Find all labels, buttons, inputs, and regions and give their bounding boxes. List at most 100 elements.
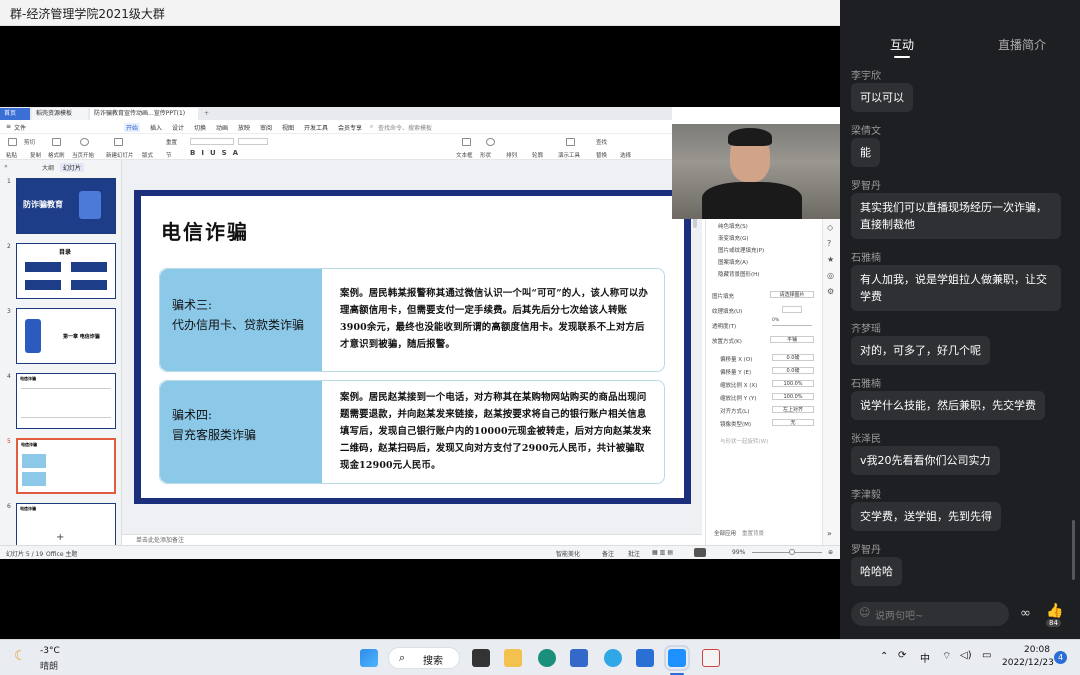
slide-thumbnail-5-selected[interactable]: 电信诈骗 — [16, 438, 116, 494]
weather-desc[interactable]: 晴朗 — [40, 659, 58, 672]
chat-scrollbar[interactable] — [1072, 520, 1075, 580]
menu-devtools[interactable]: 开发工具 — [304, 123, 328, 132]
comments-toggle[interactable]: 批注 — [628, 549, 640, 558]
clock-time[interactable]: 20:08 — [1024, 645, 1050, 655]
tab-interaction[interactable]: 互动 — [890, 36, 914, 53]
smart-beautify-button[interactable]: 智能美化 — [556, 549, 580, 558]
expand-icon[interactable]: » — [827, 529, 832, 538]
view-mode-icons[interactable]: ▦▥▤ — [652, 549, 675, 556]
slide-thumbnail-3[interactable]: 第一章 电信诈骗 — [16, 308, 116, 364]
offset-y-input[interactable]: 0.0磅 — [772, 367, 814, 374]
menu-member[interactable]: 会员专享 — [338, 123, 362, 132]
tray-expand-icon[interactable]: ⌃ — [880, 651, 888, 662]
tab-home[interactable]: 首页 — [0, 108, 30, 120]
start-icon[interactable] — [360, 649, 378, 667]
ribbon-paste[interactable]: 粘贴 — [6, 151, 17, 159]
slide-thumbnail-1[interactable]: 防诈骗教育 — [16, 178, 116, 234]
transparency-slider[interactable] — [772, 325, 812, 326]
notes-area[interactable]: 单击此处添加备注 — [122, 534, 702, 545]
mirror-select[interactable]: 无 — [772, 419, 814, 426]
new-slide-icon[interactable] — [114, 138, 123, 146]
tab-slides[interactable]: 幻灯片 — [60, 163, 85, 172]
animation-icon[interactable]: ★ — [827, 255, 834, 264]
ribbon-layout[interactable]: 版式 — [142, 151, 153, 159]
presenter-tools-icon[interactable] — [566, 138, 575, 146]
placement-select[interactable]: 平铺 — [770, 336, 814, 343]
scale-y-input[interactable]: 100.0% — [772, 393, 814, 400]
zoom-slider[interactable] — [752, 552, 822, 553]
ribbon-textbox[interactable]: 文本框 — [456, 151, 473, 159]
snipping-tool-icon[interactable] — [702, 649, 720, 667]
file-explorer-icon[interactable] — [504, 649, 522, 667]
hamburger-icon[interactable]: ≡ — [6, 123, 11, 130]
edge-icon[interactable] — [538, 649, 556, 667]
tab-outline[interactable]: 大纲 — [42, 163, 54, 172]
ribbon-presenter-tools[interactable]: 演示工具 — [558, 151, 580, 159]
ribbon-shape[interactable]: 形状 — [480, 151, 491, 159]
play-slideshow-icon[interactable] — [694, 548, 706, 557]
ribbon-start-current[interactable]: 当页开始 — [72, 151, 94, 159]
menu-slideshow[interactable]: 放映 — [238, 123, 250, 132]
volume-icon[interactable]: ◁) — [960, 650, 972, 661]
paste-icon[interactable] — [8, 138, 17, 146]
menu-home[interactable]: 开始 — [124, 123, 141, 132]
tab-docer[interactable]: 稻壳资源模板 — [32, 108, 88, 120]
scale-x-input[interactable]: 100.0% — [772, 380, 814, 387]
weather-moon-icon[interactable]: ☾ — [14, 648, 27, 664]
option-pattern-fill[interactable]: 图案填充(A) — [718, 258, 748, 266]
tab-intro[interactable]: 直播简介 — [998, 36, 1046, 53]
align-select[interactable]: 左上对齐 — [772, 406, 814, 413]
slide-thumbnail-2[interactable]: 目录 — [16, 243, 116, 299]
new-tab-icon[interactable]: + — [200, 108, 213, 120]
shape-icon[interactable] — [486, 138, 495, 146]
wifi-icon[interactable]: ⌔ — [942, 650, 951, 663]
location-icon[interactable]: ◎ — [827, 271, 834, 280]
menu-file[interactable]: 文件 — [14, 123, 26, 132]
menu-animation[interactable]: 动画 — [216, 123, 228, 132]
menu-design[interactable]: 设计 — [172, 123, 184, 132]
search-icon[interactable]: ⌕ — [370, 123, 373, 131]
texture-select[interactable] — [782, 306, 802, 313]
shape-icon[interactable]: ◇ — [827, 223, 833, 232]
task-view-icon[interactable] — [472, 649, 490, 667]
tab-ppt-file[interactable]: 防诈骗教育宣传动画...宣传PPT(1) — [90, 108, 198, 120]
font-format-buttons[interactable]: BIUSA — [190, 149, 244, 157]
battery-icon[interactable]: ▭ — [982, 650, 991, 661]
reset-bg-button[interactable]: 重置背景 — [742, 529, 764, 537]
font-name-select[interactable] — [190, 138, 234, 145]
menu-transition[interactable]: 切换 — [194, 123, 206, 132]
picture-select[interactable]: 请选择图片 — [770, 291, 814, 298]
ribbon-new-slide[interactable]: 新建幻灯片 — [106, 151, 134, 159]
emoji-icon[interactable]: ☺ — [859, 606, 870, 619]
slide-thumbnail-4[interactable]: 电信诈骗 — [16, 373, 116, 429]
slide-thumbnail-6[interactable]: 电信诈骗 — [16, 503, 116, 545]
ribbon-copy[interactable]: 复制 — [30, 151, 41, 159]
weather-temp[interactable]: -3°C — [40, 646, 60, 656]
textbox-icon[interactable] — [462, 138, 471, 146]
option-solid-fill[interactable]: 纯色填充(S) — [718, 222, 748, 230]
ribbon-outline[interactable]: 轮廓 — [532, 151, 543, 159]
add-slide-icon[interactable]: + — [56, 532, 64, 543]
offset-x-input[interactable]: 0.0磅 — [772, 354, 814, 361]
ie-icon[interactable] — [604, 649, 622, 667]
font-size-select[interactable] — [238, 138, 268, 145]
rotate-with-shape[interactable]: 与形状一起旋转(W) — [720, 437, 768, 445]
option-hide-bg[interactable]: 隐藏背景图形(H) — [718, 270, 759, 278]
notes-toggle[interactable]: 备注 — [602, 549, 614, 558]
collapse-icon[interactable]: « — [4, 163, 8, 170]
command-search[interactable]: 查找命令、搜索模板 — [378, 123, 432, 132]
clock-date[interactable]: 2022/12/23 — [1002, 658, 1054, 668]
menu-insert[interactable]: 插入 — [150, 123, 162, 132]
ribbon-section[interactable]: 节 — [166, 151, 172, 159]
format-painter-icon[interactable] — [52, 138, 61, 146]
help-icon[interactable]: ? — [827, 239, 831, 248]
ribbon-arrange[interactable]: 排列 — [506, 151, 517, 159]
ime-indicator[interactable]: 中 — [920, 650, 930, 665]
menu-review[interactable]: 审阅 — [260, 123, 272, 132]
notification-badge[interactable]: 4 — [1054, 651, 1067, 664]
play-icon[interactable] — [80, 138, 89, 146]
menu-view[interactable]: 视图 — [282, 123, 294, 132]
tray-sync-icon[interactable]: ⟳ — [898, 650, 906, 661]
option-picture-fill[interactable]: 图片或纹理填充(P) — [718, 246, 764, 254]
zoom-thumb[interactable] — [789, 549, 795, 555]
